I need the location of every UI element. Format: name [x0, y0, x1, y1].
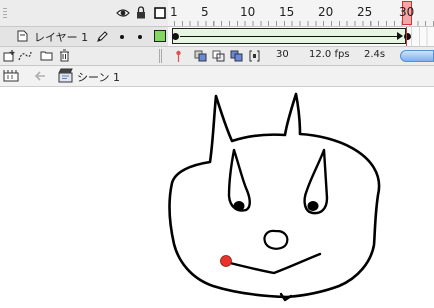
- eye-icon[interactable]: [116, 7, 130, 19]
- scene-icon: [58, 68, 73, 83]
- center-frame-icon[interactable]: [175, 49, 182, 63]
- timeline-status-bar: 30 12.0 fps 2.4s: [0, 47, 434, 66]
- layer-page-icon: [17, 30, 28, 42]
- current-frame-readout: 30: [276, 49, 289, 60]
- onion-markers-icon[interactable]: [249, 50, 260, 62]
- playhead-line: [406, 27, 407, 46]
- visibility-dot[interactable]: [120, 35, 124, 39]
- insert-folder-icon[interactable]: [40, 50, 53, 61]
- back-arrow-icon[interactable]: [34, 70, 46, 82]
- lock-icon[interactable]: [136, 6, 146, 19]
- tween-arrow-head: [397, 32, 403, 40]
- empty-frames[interactable]: [411, 27, 434, 46]
- outline-icon[interactable]: [154, 7, 166, 19]
- layer-row[interactable]: レイヤー 1: [0, 27, 434, 47]
- elapsed-time-readout: 2.4s: [364, 49, 386, 60]
- motion-guide-icon[interactable]: [18, 50, 32, 62]
- lock-dot[interactable]: [138, 35, 142, 39]
- onion-outline-icon[interactable]: [212, 50, 225, 62]
- ruler-label: 25: [357, 5, 373, 19]
- ruler-label: 15: [279, 5, 295, 19]
- ruler-label: 20: [318, 5, 334, 19]
- panel-divider[interactable]: [159, 49, 163, 63]
- ruler-label: 10: [240, 5, 256, 19]
- left-pupil: [233, 201, 245, 211]
- ruler-label: 1: [170, 5, 178, 19]
- tween-arrow-line: [180, 36, 402, 37]
- mouth-dot: [220, 255, 232, 267]
- head-outline: [168, 92, 381, 299]
- onion-skin-icon[interactable]: [194, 50, 207, 62]
- right-pupil: [307, 201, 319, 211]
- mouth-line: [224, 252, 322, 275]
- frame-rate-readout[interactable]: 12.0 fps: [309, 49, 350, 60]
- layer-color-swatch[interactable]: [154, 30, 166, 42]
- nose-outline: [263, 229, 289, 250]
- timeline-toggle-icon[interactable]: [3, 69, 19, 83]
- panel-grip[interactable]: [3, 8, 7, 18]
- ruler-label: 5: [201, 5, 209, 19]
- start-keyframe[interactable]: [172, 33, 179, 40]
- frame-ruler[interactable]: 1 5 10 15 20 25 30: [168, 0, 434, 26]
- edit-bar: シーン 1: [0, 66, 434, 87]
- ruler-label-current: 30: [399, 5, 415, 19]
- edit-multiple-icon[interactable]: [230, 50, 243, 62]
- scene-label[interactable]: シーン 1: [77, 69, 120, 85]
- trash-icon[interactable]: [59, 49, 70, 62]
- insert-layer-icon[interactable]: [3, 50, 16, 62]
- frame-strip[interactable]: [168, 27, 434, 46]
- pencil-icon: [96, 30, 108, 43]
- layer-name[interactable]: レイヤー 1: [34, 29, 88, 45]
- stage[interactable]: [0, 87, 434, 308]
- ruler-ticks: [174, 21, 434, 26]
- timeline-scrollbar[interactable]: [400, 50, 434, 62]
- cat-face-drawing[interactable]: [0, 87, 434, 308]
- timeline-header: 1 5 10 15 20 25 30: [0, 0, 434, 27]
